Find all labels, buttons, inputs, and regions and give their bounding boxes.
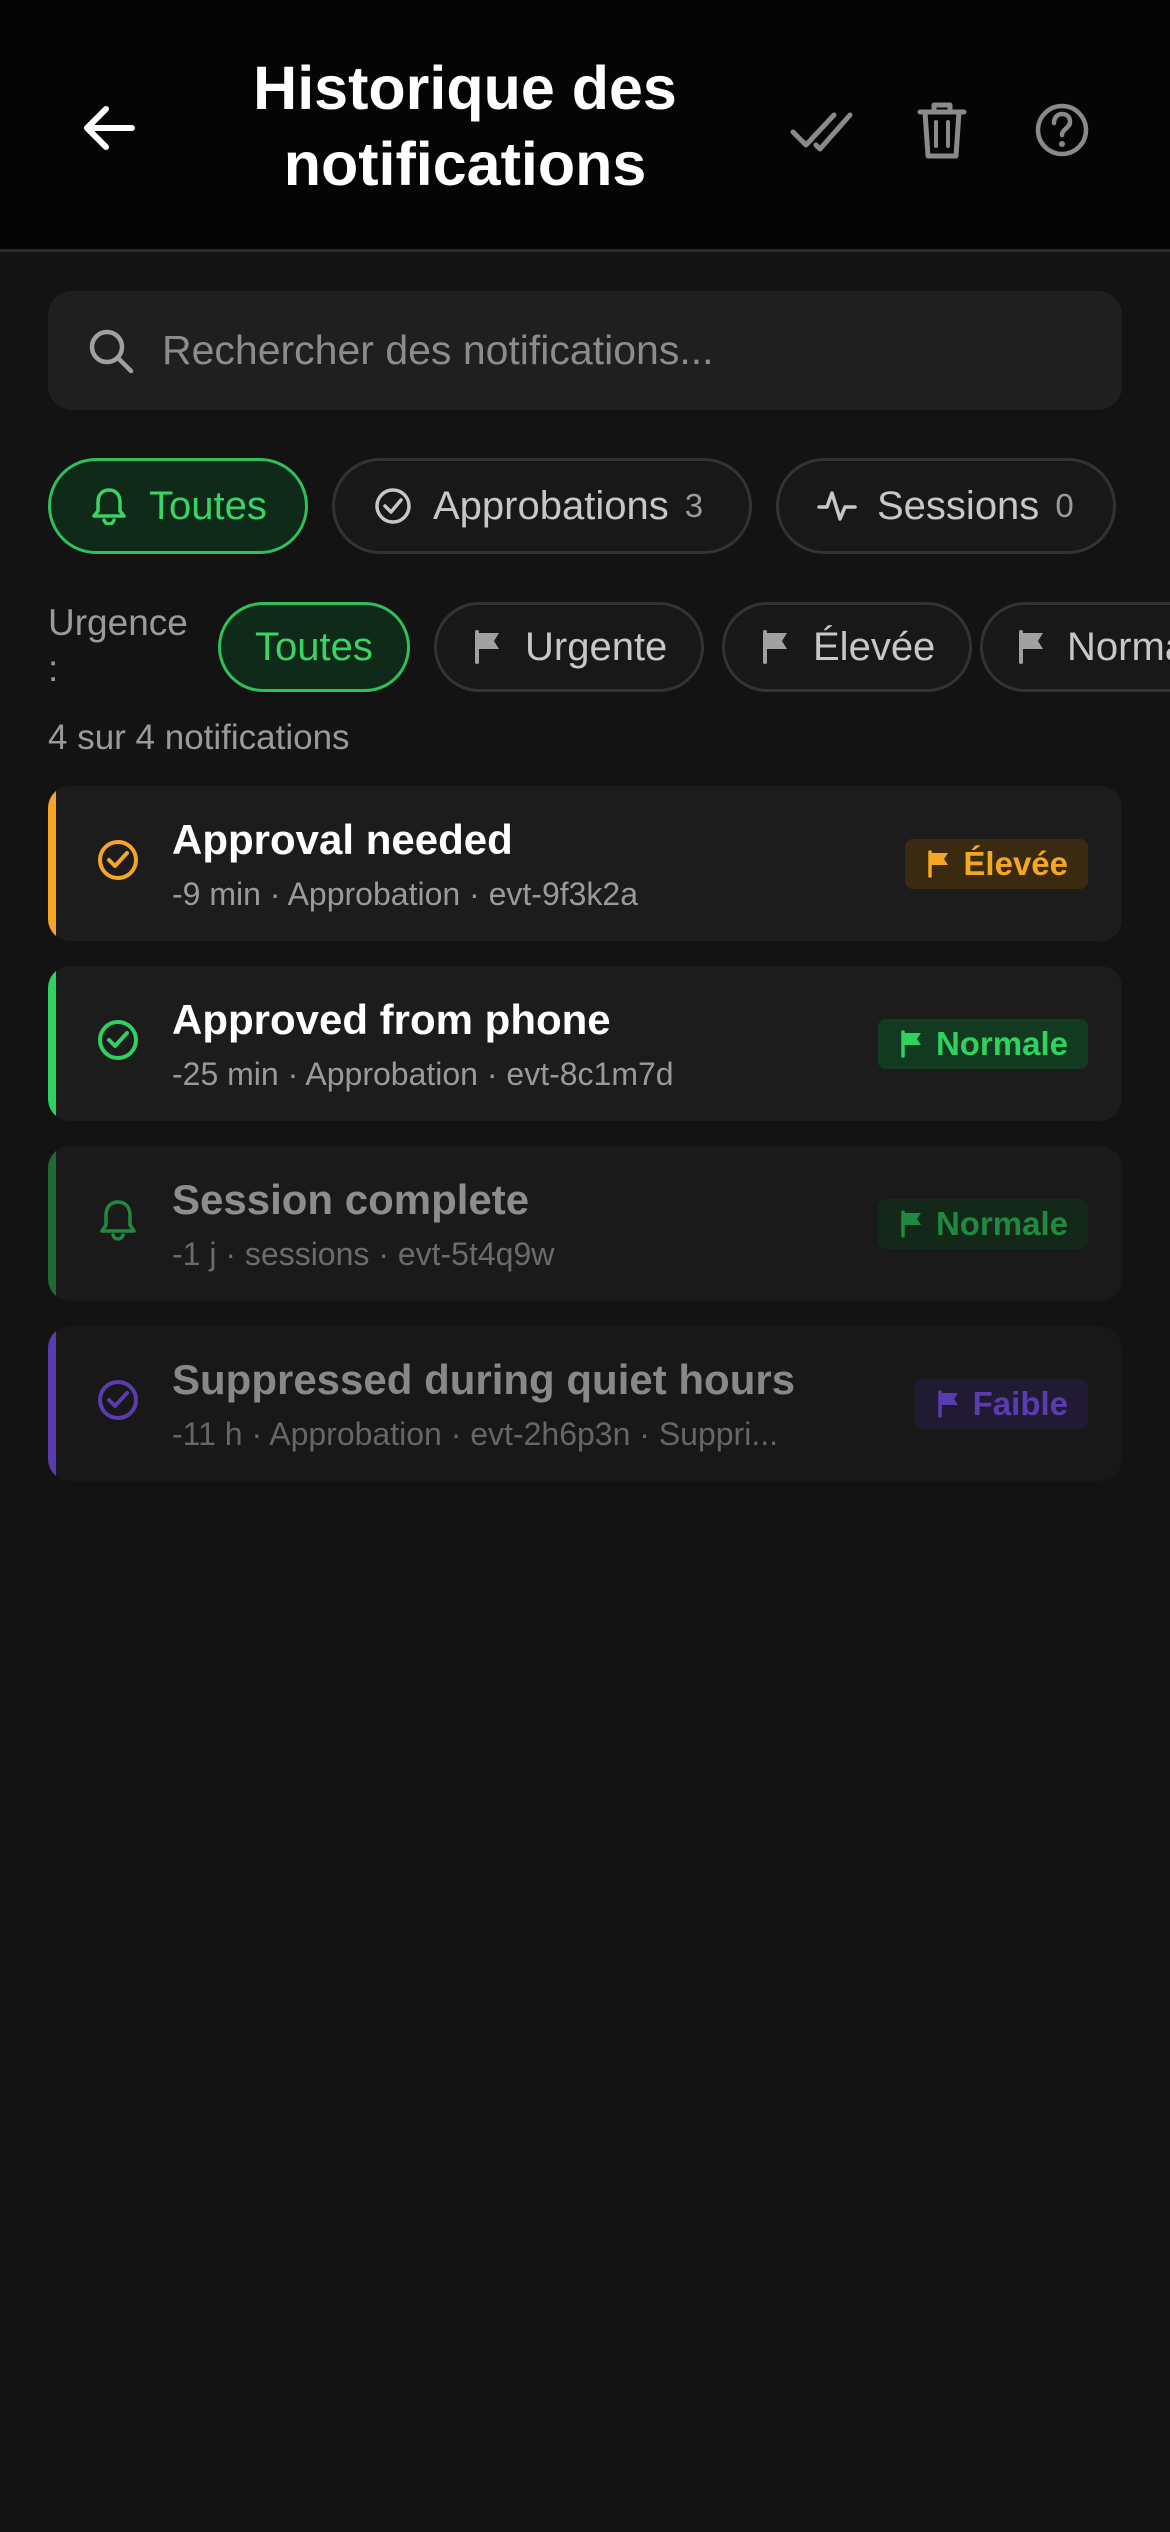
- flag-icon: [759, 630, 793, 664]
- urgency-accent-bar: [48, 966, 56, 1121]
- urgency-badge-label: Faible: [972, 1385, 1068, 1422]
- flag-icon: [471, 630, 505, 664]
- notification-title: Suppressed during quiet hours: [172, 1356, 796, 1403]
- filter-chip-count: 0: [1055, 487, 1074, 524]
- urgency-badge: Normale: [877, 1199, 1088, 1249]
- help-button[interactable]: [1024, 92, 1100, 168]
- urgency-accent-bar: [48, 1326, 56, 1481]
- top-bar: Historique des notifications: [0, 0, 1170, 252]
- notification-title: Approved from phone: [172, 996, 611, 1043]
- urgency-chip-label: Urgente: [525, 624, 668, 669]
- filter-chip-label: Approbations: [433, 483, 669, 528]
- bell-icon: [89, 486, 129, 526]
- mark-all-read-button[interactable]: [784, 92, 860, 168]
- notification-meta: -9 min · Approbation · evt-9f3k2a: [172, 876, 639, 912]
- activity-icon: [817, 486, 857, 526]
- urgency-badge-label: Normale: [935, 1205, 1068, 1242]
- flag-icon: [898, 1210, 926, 1238]
- urgency-label: Urgence :: [48, 602, 188, 689]
- urgency-chip-all[interactable]: Toutes: [218, 602, 410, 692]
- filter-chip-sessions[interactable]: Sessions 0: [776, 458, 1116, 554]
- check-circle-icon: [94, 1016, 142, 1064]
- urgency-chip-urgent[interactable]: Urgente: [434, 602, 705, 692]
- notification-meta: -11 h · Approbation · evt-2h6p3n · Suppr…: [172, 1416, 778, 1452]
- notification-card[interactable]: Approval needed -9 min · Approbation · e…: [48, 786, 1122, 941]
- check-circle-icon: [94, 1376, 142, 1424]
- urgency-accent-bar: [48, 786, 56, 941]
- filter-chip-approvals[interactable]: Approbations 3: [332, 458, 752, 554]
- back-button[interactable]: [70, 90, 146, 166]
- notification-card[interactable]: Suppressed during quiet hours -11 h · Ap…: [48, 1326, 1122, 1481]
- filter-chip-label: Sessions: [877, 483, 1040, 528]
- urgency-badge: Normale: [877, 1019, 1088, 1069]
- trash-icon: [917, 102, 967, 159]
- urgency-accent-bar: [48, 1146, 56, 1301]
- notification-meta: -1 j · sessions · evt-5t4q9w: [172, 1236, 555, 1272]
- help-icon: [1035, 103, 1089, 157]
- filter-chip-all[interactable]: Toutes: [48, 458, 308, 554]
- notification-card[interactable]: Approved from phone -25 min · Approbatio…: [48, 966, 1122, 1121]
- search-bar: [48, 291, 1122, 410]
- notification-title: Session complete: [172, 1176, 530, 1223]
- check-circle-icon: [94, 836, 142, 884]
- search-icon: [86, 326, 136, 376]
- urgency-chip-label: Élevée: [813, 624, 936, 669]
- delete-all-button[interactable]: [904, 92, 980, 168]
- notification-title: Approval needed: [172, 816, 513, 863]
- notification-card[interactable]: Session complete -1 j · sessions · evt-5…: [48, 1146, 1122, 1301]
- back-arrow-icon: [84, 106, 135, 150]
- page-title: Historique des notifications: [253, 54, 677, 198]
- urgency-chip-label: Normale: [1067, 624, 1170, 669]
- filter-chip-count: 3: [684, 487, 704, 524]
- double-check-icon: [790, 112, 853, 152]
- urgency-chip-high[interactable]: Élevée: [722, 602, 973, 692]
- search-input[interactable]: [160, 326, 1122, 375]
- flag-icon: [1017, 630, 1047, 664]
- notification-meta: -25 min · Approbation · evt-8c1m7d: [172, 1056, 674, 1092]
- results-count: 4 sur 4 notifications: [48, 718, 350, 757]
- check-circle-icon: [373, 486, 413, 526]
- filter-chip-label: Toutes: [149, 483, 267, 528]
- bell-icon: [94, 1196, 142, 1244]
- flag-icon: [935, 1390, 963, 1418]
- urgency-badge-label: Normale: [935, 1025, 1068, 1062]
- flag-icon: [925, 850, 953, 878]
- urgency-chip-normal[interactable]: Normale: [980, 602, 1170, 692]
- flag-icon: [898, 1030, 926, 1058]
- urgency-badge: Faible: [914, 1379, 1088, 1429]
- urgency-badge: Élevée: [905, 839, 1088, 889]
- urgency-chip-label: Toutes: [255, 624, 373, 669]
- urgency-badge-label: Élevée: [963, 845, 1068, 882]
